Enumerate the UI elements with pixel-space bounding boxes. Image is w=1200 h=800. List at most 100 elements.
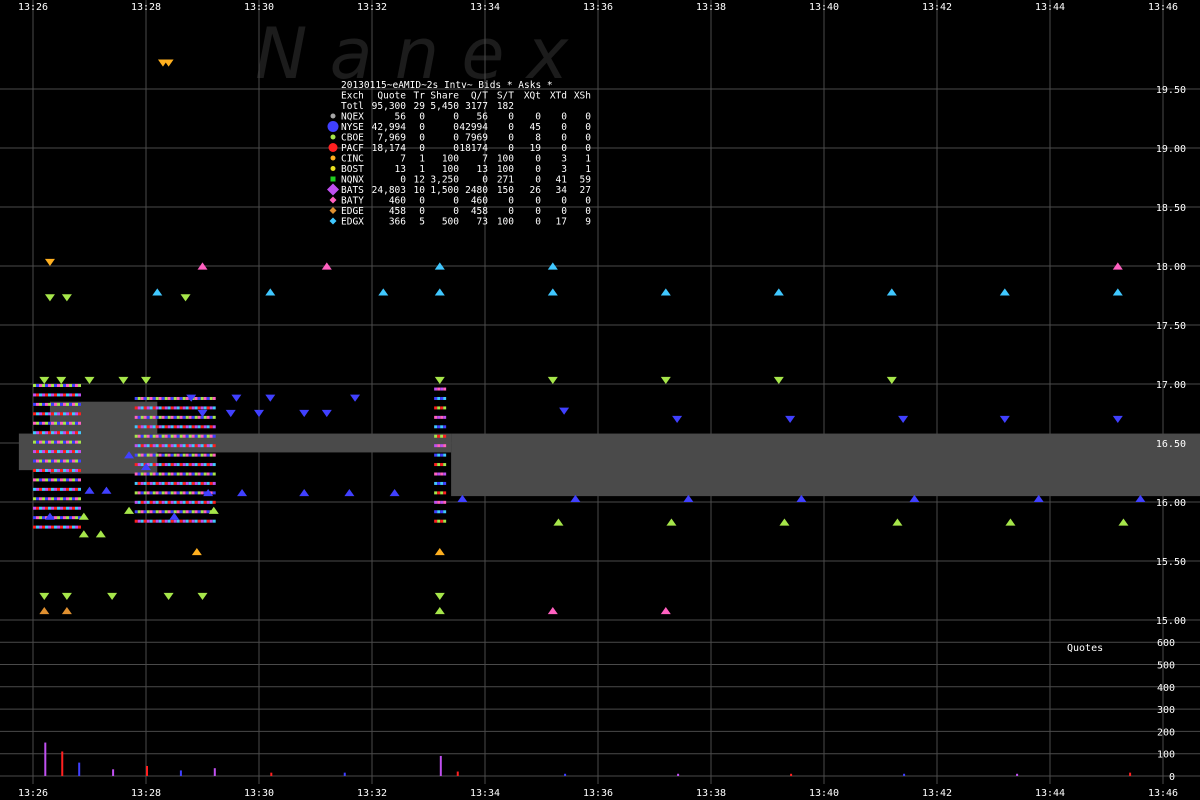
cluster-quote-mark	[194, 425, 198, 429]
cluster-quote-mark	[179, 491, 183, 495]
legend-total-exch: Totl	[341, 101, 364, 112]
cluster-quote-mark	[209, 425, 213, 429]
cluster-quote-mark	[66, 525, 69, 529]
cluster-quote-mark	[66, 487, 69, 491]
cluster-quote-mark	[176, 481, 180, 485]
cluster-quote-mark	[134, 463, 138, 467]
cluster-quote-mark	[66, 497, 69, 501]
quotes-spike	[61, 751, 64, 776]
cluster-quote-mark	[54, 506, 57, 510]
cluster-quote-mark	[206, 472, 210, 476]
cluster-quote-mark	[179, 406, 183, 410]
cluster-quote-mark	[78, 393, 81, 397]
cluster-quote-mark	[185, 425, 189, 429]
cluster-quote-mark	[173, 453, 177, 457]
cluster-quote-mark	[72, 393, 75, 397]
cluster-quote-mark	[203, 500, 207, 504]
x-tick-label-bottom: 13:42	[922, 788, 952, 799]
legend-row-edgx-st: 100	[497, 217, 514, 228]
cluster-quote-mark	[72, 440, 75, 444]
cluster-quote-mark	[63, 506, 66, 510]
cluster-quote-mark	[42, 525, 45, 529]
cluster-quote-mark	[66, 393, 69, 397]
legend-row-nyse-st: 0	[508, 122, 514, 133]
cluster-quote-mark	[155, 425, 159, 429]
cluster-quote-mark	[140, 415, 144, 419]
legend-row-bost-share: 100	[442, 164, 459, 175]
cluster-quote-mark	[60, 393, 63, 397]
cluster-quote-mark	[33, 525, 36, 529]
cluster-quote-mark	[78, 431, 81, 435]
cluster-quote-mark	[176, 519, 180, 523]
cluster-quote-mark	[203, 425, 207, 429]
cluster-quote-mark	[443, 472, 447, 476]
cluster-quote-mark	[72, 497, 75, 501]
cluster-quote-mark	[140, 396, 144, 400]
cluster-quote-mark	[69, 525, 72, 529]
cluster-quote-mark	[437, 463, 441, 467]
cluster-quote-mark	[200, 444, 204, 448]
cluster-quote-mark	[36, 402, 39, 406]
cluster-quote-mark	[209, 472, 213, 476]
cluster-quote-mark	[69, 459, 72, 463]
legend-header-xtd: XTd	[550, 91, 567, 102]
cluster-quote-mark	[54, 478, 57, 482]
cluster-quote-mark	[134, 434, 138, 438]
cluster-quote-mark	[191, 500, 195, 504]
cluster-quote-mark	[63, 487, 66, 491]
legend-marker-nyse	[327, 121, 339, 132]
cluster-quote-mark	[440, 444, 444, 448]
cluster-quote-mark	[149, 434, 153, 438]
legend-row-nqnx-xsh: 59	[580, 175, 592, 186]
cluster-quote-mark	[36, 393, 39, 397]
cluster-quote-mark	[66, 421, 69, 425]
legend-row-nqex-st: 0	[508, 112, 514, 123]
legend-row-pacf-xqt: 19	[530, 143, 542, 154]
cluster-quote-mark	[134, 500, 138, 504]
legend-row-baty-tr: 0	[419, 196, 425, 207]
legend-row-edge-exch: EDGE	[341, 206, 364, 217]
cluster-quote-mark	[42, 487, 45, 491]
legend-row-cinc-quote: 7	[400, 154, 406, 165]
cluster-quote-mark	[158, 472, 162, 476]
legend-row-nyse-exch: NYSE	[341, 122, 364, 133]
cluster-quote-mark	[36, 450, 39, 454]
y-tick-label-price: 15.00	[1156, 616, 1186, 627]
x-tick-label-bottom: 13:28	[131, 788, 161, 799]
cluster-quote-mark	[164, 510, 168, 514]
cluster-quote-mark	[42, 468, 45, 472]
cluster-quote-mark	[185, 434, 189, 438]
cluster-quote-mark	[39, 516, 42, 520]
legend-row-edgx-exch: EDGX	[341, 217, 364, 228]
legend-row-baty-qt: 460	[471, 196, 488, 207]
cluster-quote-mark	[182, 434, 186, 438]
cluster-quote-mark	[191, 425, 195, 429]
cluster-quote-mark	[176, 453, 180, 457]
cluster-quote-mark	[39, 393, 42, 397]
x-tick-label-top: 13:30	[244, 2, 274, 13]
legend-marker-nqnx	[330, 176, 336, 182]
legend-row-edgx-tr: 5	[419, 217, 425, 228]
cluster-quote-mark	[209, 481, 213, 485]
cluster-quote-mark	[134, 453, 138, 457]
cluster-quote-mark	[161, 519, 165, 523]
cluster-quote-mark	[197, 500, 201, 504]
cluster-quote-mark	[137, 396, 141, 400]
cluster-quote-mark	[42, 497, 45, 501]
y-tick-label-price: 16.50	[1156, 439, 1186, 450]
cluster-quote-mark	[179, 463, 183, 467]
cluster-quote-mark	[51, 459, 54, 463]
quotes-spike	[1016, 773, 1019, 776]
cluster-quote-mark	[54, 393, 57, 397]
cluster-quote-mark	[176, 415, 180, 419]
cluster-quote-mark	[155, 415, 159, 419]
cluster-quote-mark	[437, 510, 441, 514]
cluster-quote-mark	[33, 431, 36, 435]
legend-title: 20130115~eAMID~2s Intv~ Bids * Asks *	[341, 80, 553, 91]
cluster-quote-mark	[197, 425, 201, 429]
x-tick-label-bottom: 13:26	[18, 788, 48, 799]
cluster-quote-mark	[63, 478, 66, 482]
cluster-quote-mark	[188, 453, 192, 457]
cluster-quote-mark	[191, 415, 195, 419]
cluster-quote-mark	[197, 510, 201, 514]
